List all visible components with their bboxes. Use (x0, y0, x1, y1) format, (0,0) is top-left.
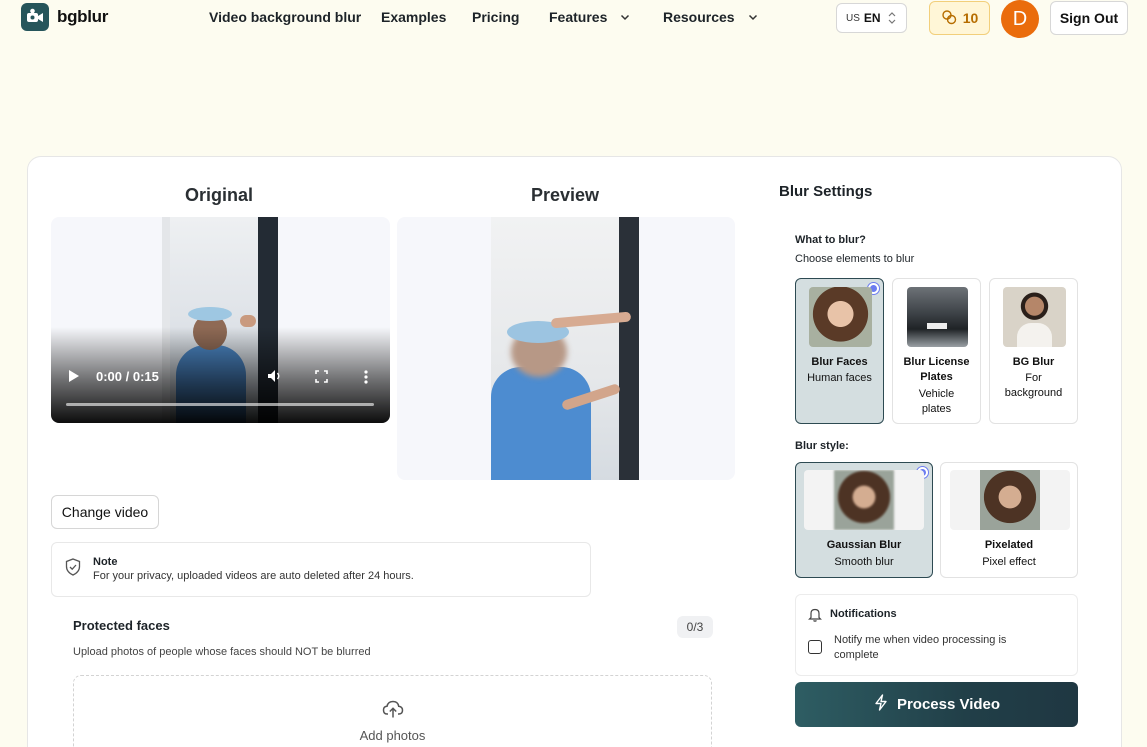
nav-pricing[interactable]: Pricing (472, 9, 519, 25)
blur-settings-title: Blur Settings (779, 183, 873, 200)
preview-title: Preview (530, 185, 600, 205)
car-thumbnail (907, 287, 968, 347)
notify-label: Notify me when video processing is compl… (834, 634, 1007, 661)
nav-resources[interactable]: Resources (663, 9, 761, 25)
nav-label: Pricing (472, 9, 520, 25)
brand-logo[interactable]: bgblur (21, 3, 108, 31)
brand-name: bgblur (57, 7, 109, 26)
nav-video-background-blur[interactable]: Video background blur (209, 9, 361, 25)
volume-icon[interactable] (267, 369, 283, 386)
language-select[interactable]: US EN (836, 3, 907, 33)
option-subtitle: Vehicle plates (918, 388, 955, 415)
chevron-up-down-icon (887, 11, 897, 28)
lightning-icon (873, 694, 889, 715)
notifications-panel: Notifications Notify me when video proce… (795, 594, 1078, 676)
chevron-down-icon (617, 9, 633, 25)
background-thumbnail (1003, 287, 1066, 347)
privacy-note: Note For your privacy, uploaded videos a… (51, 542, 591, 597)
original-title: Original (184, 185, 253, 205)
protected-faces-count: 0/3 (677, 616, 713, 638)
player-time: 0:00 / 0:15 (96, 369, 159, 384)
option-subtitle: For background (1004, 372, 1063, 399)
option-title: BG Blur (1012, 356, 1055, 368)
option-title: Blur Faces (811, 356, 868, 368)
target-option-faces[interactable]: Blur Faces Human faces (795, 278, 884, 424)
option-subtitle: Smooth blur (834, 556, 894, 568)
nav-examples[interactable]: Examples (381, 9, 446, 25)
coins-icon (941, 9, 957, 28)
notifications-title: Notifications (830, 608, 897, 620)
preview-panel (397, 217, 735, 480)
play-icon[interactable] (68, 369, 80, 386)
credits-count: 10 (962, 10, 979, 26)
style-option-gaussian[interactable]: Gaussian Blur Smooth blur (795, 462, 933, 578)
nav-label: Features (549, 9, 608, 25)
nav-label: Resources (663, 9, 735, 25)
chevron-down-icon (745, 9, 761, 25)
faces-thumbnail (809, 287, 872, 347)
pixelated-thumbnail (950, 470, 1070, 530)
video-progress-bar[interactable] (66, 403, 374, 406)
player-controls: 0:00 / 0:15 (51, 327, 390, 423)
what-to-blur-subtitle: Choose elements to blur (795, 253, 915, 265)
country-code: US (846, 12, 860, 24)
notify-checkbox[interactable] (808, 640, 822, 654)
process-video-label: Process Video (896, 696, 1001, 713)
language-code: EN (863, 11, 881, 25)
protected-faces-description: Upload photos of people whose faces shou… (73, 646, 371, 658)
shield-check-icon (65, 558, 81, 581)
sign-out-button[interactable]: Sign Out (1050, 1, 1128, 35)
add-photos-dropzone[interactable]: Add photos (73, 675, 712, 747)
top-nav: bgblur Video background blur Examples Pr… (0, 0, 1147, 38)
option-subtitle: Pixel effect (982, 556, 1036, 568)
add-photos-label: Add photos (359, 728, 426, 743)
preview-frame-image (491, 217, 639, 480)
process-video-button[interactable]: Process Video (795, 682, 1078, 727)
target-option-license-plates[interactable]: Blur License Plates Vehicle plates (892, 278, 981, 424)
note-text: For your privacy, uploaded videos are au… (93, 570, 414, 582)
nav-features[interactable]: Features (549, 9, 633, 25)
logo-icon (21, 3, 49, 31)
option-title: Gaussian Blur (826, 539, 902, 551)
user-avatar[interactable]: D (1001, 0, 1039, 38)
editor-card: Original Preview 0:00 / 0:15 Change vide… (27, 156, 1122, 747)
option-title: Pixelated (984, 539, 1034, 551)
more-options-icon[interactable] (364, 370, 368, 387)
nav-label: Examples (381, 9, 447, 25)
note-title: Note (93, 556, 118, 568)
blur-style-label: Blur style: (795, 440, 849, 452)
style-option-pixelated[interactable]: Pixelated Pixel effect (940, 462, 1078, 578)
gaussian-thumbnail (804, 470, 924, 530)
original-video-player[interactable]: 0:00 / 0:15 (51, 217, 390, 423)
what-to-blur-label: What to blur? (795, 234, 866, 246)
protected-faces-title: Protected faces (73, 618, 170, 633)
option-title: Blur License Plates (903, 356, 970, 383)
nav-label: Video background blur (209, 9, 362, 25)
fullscreen-icon[interactable] (315, 370, 328, 386)
upload-cloud-icon (382, 698, 404, 725)
credits-badge[interactable]: 10 (929, 1, 990, 35)
option-subtitle: Human faces (807, 372, 872, 384)
bell-icon (808, 607, 822, 627)
target-option-background[interactable]: BG Blur For background (989, 278, 1078, 424)
change-video-button[interactable]: Change video (51, 495, 159, 529)
